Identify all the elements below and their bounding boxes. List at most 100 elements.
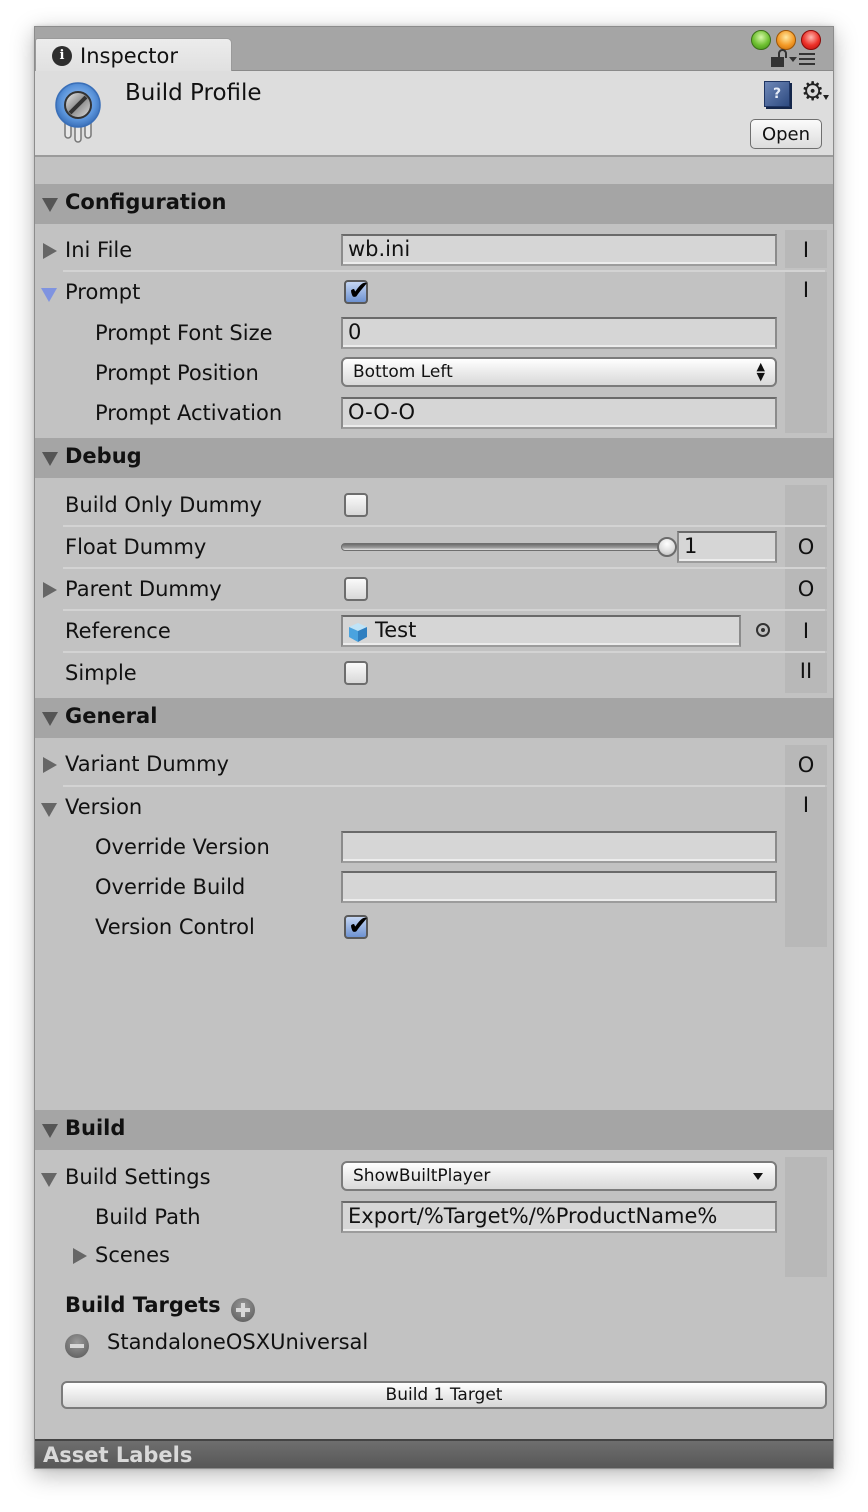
fold-down-icon[interactable] xyxy=(41,288,57,302)
cube-icon xyxy=(349,623,367,642)
float-dummy-slider-track[interactable] xyxy=(341,543,667,551)
inspector-window: i Inspector Build Profile ? ⚙ Open Confi… xyxy=(34,26,834,1469)
simple-checkbox[interactable] xyxy=(344,661,368,685)
ini-file-label: Ini File xyxy=(65,238,133,262)
reference-value: Test xyxy=(375,618,417,642)
asset-title: Build Profile xyxy=(125,80,262,106)
row-version-control: Version Control ✔ xyxy=(35,907,833,947)
side-indicator: I xyxy=(802,619,810,643)
prompt-activation-input[interactable]: O-O-O xyxy=(341,397,777,429)
row-build-targets: Build Targets xyxy=(35,1291,833,1331)
build-target-item: StandaloneOSXUniversal xyxy=(35,1329,833,1365)
tab-inspector[interactable]: i Inspector xyxy=(35,38,232,72)
side-indicator: I xyxy=(802,278,810,302)
info-icon: i xyxy=(52,45,72,66)
prompt-font-size-input[interactable]: 0 xyxy=(341,317,777,349)
override-build-input[interactable] xyxy=(341,871,777,903)
row-ini-file: Ini File wb.ini I xyxy=(35,230,833,270)
float-dummy-slider-thumb[interactable] xyxy=(657,537,677,557)
reference-label: Reference xyxy=(65,619,171,643)
fold-right-icon[interactable] xyxy=(43,757,57,773)
row-simple: Simple II xyxy=(35,653,833,693)
fold-down-icon[interactable] xyxy=(41,1173,57,1187)
section-debug[interactable]: Debug xyxy=(35,438,833,478)
build-button[interactable]: Build 1 Target xyxy=(61,1381,827,1409)
fold-right-icon[interactable] xyxy=(73,1248,87,1264)
override-version-input[interactable] xyxy=(341,831,777,863)
close-button[interactable] xyxy=(801,30,821,50)
side-indicator: I xyxy=(802,238,810,262)
minimize-button[interactable] xyxy=(776,30,796,50)
maximize-button[interactable] xyxy=(751,30,771,50)
add-target-icon[interactable] xyxy=(231,1298,255,1322)
row-float-dummy: Float Dummy 1 O xyxy=(35,527,833,567)
reference-object-field[interactable]: Test xyxy=(341,615,741,647)
fold-right-icon[interactable] xyxy=(43,243,57,259)
side-indicator: I xyxy=(802,793,810,817)
prompt-position-value: Bottom Left xyxy=(353,362,453,382)
parent-dummy-label: Parent Dummy xyxy=(65,577,222,601)
prompt-checkbox[interactable]: ✔ xyxy=(344,276,370,306)
build-settings-label: Build Settings xyxy=(65,1165,211,1189)
float-dummy-input[interactable]: 1 xyxy=(677,531,777,563)
row-override-build: Override Build xyxy=(35,867,833,907)
build-target-name: StandaloneOSXUniversal xyxy=(107,1330,369,1354)
fold-down-icon xyxy=(42,198,58,212)
panel-menu-icon[interactable] xyxy=(789,53,829,67)
section-general[interactable]: General xyxy=(35,698,833,738)
gear-icon[interactable]: ⚙ xyxy=(801,79,824,105)
override-build-label: Override Build xyxy=(95,875,246,899)
help-book-icon[interactable]: ? xyxy=(764,81,790,107)
prompt-position-dropdown[interactable]: Bottom Left ▲ ▼ xyxy=(341,357,777,387)
checkmark-icon: ✔ xyxy=(348,276,370,306)
override-version-label: Override Version xyxy=(95,835,270,859)
updown-arrows-icon: ▲ ▼ xyxy=(756,360,765,383)
remove-target-icon[interactable] xyxy=(65,1334,89,1358)
version-control-checkbox[interactable]: ✔ xyxy=(344,911,370,941)
row-build-path: Build Path Export/%Target%/%ProductName% xyxy=(35,1197,833,1237)
version-label: Version xyxy=(65,795,143,819)
build-only-dummy-checkbox[interactable] xyxy=(344,493,368,517)
side-indicator: O xyxy=(797,753,815,777)
chevron-down-icon xyxy=(753,1173,763,1180)
row-override-version: Override Version xyxy=(35,827,833,867)
checkmark-icon: ✔ xyxy=(348,911,370,941)
version-control-label: Version Control xyxy=(95,915,255,939)
row-prompt-position: Prompt Position Bottom Left ▲ ▼ xyxy=(35,353,833,393)
build-path-input[interactable]: Export/%Target%/%ProductName% xyxy=(341,1201,777,1233)
fold-down-icon xyxy=(42,452,58,466)
section-label: Debug xyxy=(65,444,142,468)
tab-label: Inspector xyxy=(80,43,178,68)
prompt-font-size-label: Prompt Font Size xyxy=(95,321,273,345)
side-indicator: II xyxy=(799,659,813,683)
object-picker-icon[interactable] xyxy=(756,623,770,637)
prompt-label: Prompt xyxy=(65,280,141,304)
parent-dummy-checkbox[interactable] xyxy=(344,577,368,601)
fold-down-icon[interactable] xyxy=(41,803,57,817)
build-path-label: Build Path xyxy=(95,1205,201,1229)
build-settings-dropdown[interactable]: ShowBuiltPlayer xyxy=(341,1161,777,1191)
row-scenes: Scenes xyxy=(35,1237,833,1277)
side-indicator: O xyxy=(797,577,815,601)
row-prompt: Prompt ✔ I xyxy=(35,272,833,312)
row-prompt-font-size: Prompt Font Size 0 xyxy=(35,313,833,353)
prompt-activation-label: Prompt Activation xyxy=(95,401,283,425)
potentiometer-icon xyxy=(55,82,101,143)
asset-labels-bar[interactable]: Asset Labels xyxy=(35,1439,833,1468)
row-build-settings: Build Settings ShowBuiltPlayer xyxy=(35,1157,833,1197)
row-parent-dummy: Parent Dummy O xyxy=(35,569,833,609)
lock-icon[interactable] xyxy=(771,49,787,67)
title-bar: i Inspector xyxy=(35,27,833,72)
row-build-only-dummy: Build Only Dummy xyxy=(35,485,833,525)
build-only-dummy-label: Build Only Dummy xyxy=(65,493,262,517)
fold-right-icon[interactable] xyxy=(43,582,57,598)
float-dummy-label: Float Dummy xyxy=(65,535,207,559)
build-targets-label: Build Targets xyxy=(65,1293,221,1317)
ini-file-input[interactable]: wb.ini xyxy=(341,234,777,266)
section-label: Configuration xyxy=(65,190,227,214)
open-button[interactable]: Open xyxy=(750,119,822,149)
row-version: Version I xyxy=(35,787,833,827)
section-configuration[interactable]: Configuration xyxy=(35,184,833,224)
row-variant-dummy: Variant Dummy O xyxy=(35,743,833,785)
section-build[interactable]: Build xyxy=(35,1110,833,1150)
